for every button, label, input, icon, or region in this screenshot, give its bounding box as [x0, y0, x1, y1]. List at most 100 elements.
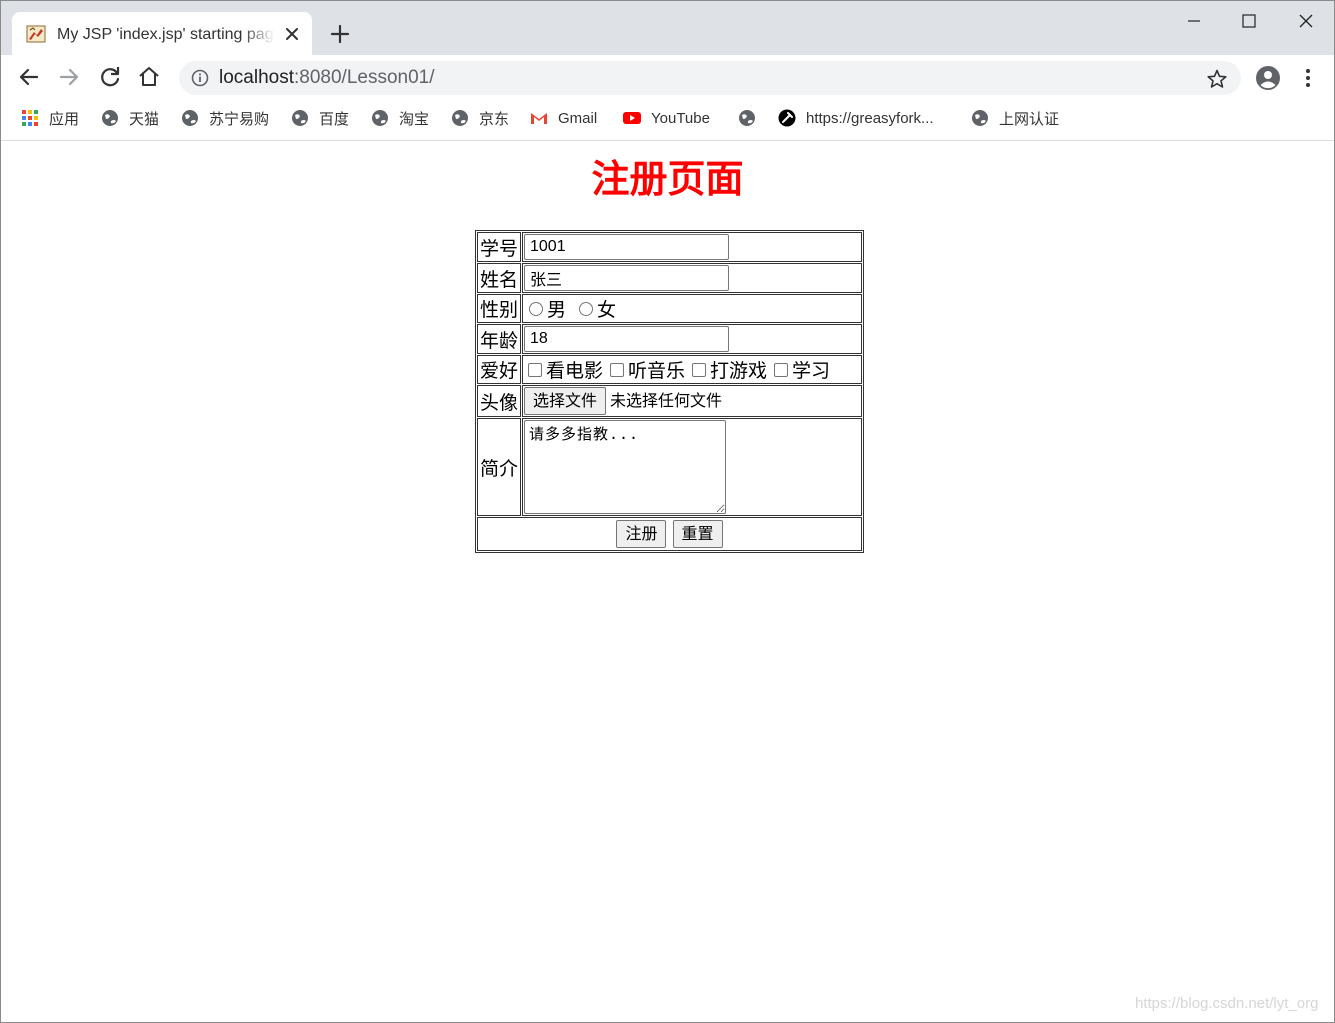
- tab-close-icon[interactable]: [282, 24, 302, 44]
- youtube-icon: [623, 112, 641, 124]
- label-name: 姓名: [477, 263, 521, 293]
- home-icon[interactable]: [135, 63, 163, 91]
- new-tab-plus-icon[interactable]: [327, 21, 353, 47]
- gmail-icon: [531, 113, 547, 124]
- student-id-input[interactable]: [524, 234, 729, 260]
- gender-male-label: 男: [547, 299, 567, 321]
- radio-male[interactable]: [529, 301, 543, 316]
- hobby-games-label: 打游戏: [710, 360, 768, 382]
- address-url: localhost:8080/Lesson01/: [219, 65, 435, 91]
- choose-file-button[interactable]: 选择文件: [524, 387, 607, 415]
- name-input[interactable]: [524, 265, 729, 291]
- account-avatar-icon[interactable]: [1255, 65, 1281, 91]
- maximize-icon[interactable]: [1232, 7, 1266, 35]
- back-arrow-icon[interactable]: [15, 63, 43, 91]
- bookmark-label: 应用: [49, 110, 80, 128]
- gender-option-female[interactable]: 女: [574, 295, 616, 322]
- greasyfork-icon: [778, 109, 796, 127]
- registration-form: 学号 姓名 性别 男女 年龄: [475, 230, 864, 553]
- bookmark-label: https://greasyfork...: [806, 109, 934, 127]
- submit-button[interactable]: 注册: [616, 520, 667, 548]
- row-name: 姓名: [477, 263, 862, 293]
- cell-name: [522, 263, 862, 293]
- row-avatar: 头像 选择文件 未选择任何文件: [477, 385, 862, 417]
- bookmark-greasyfork[interactable]: https://greasyfork...: [778, 107, 934, 129]
- radio-female[interactable]: [579, 301, 594, 316]
- intro-textarea[interactable]: 请多多指教...: [524, 420, 726, 514]
- row-actions: 注册 重置: [477, 517, 862, 551]
- minimize-icon[interactable]: [1177, 7, 1211, 35]
- label-hobbies: 爱好: [477, 355, 521, 384]
- tab-strip: My JSP 'index.jsp' starting page: [1, 1, 1334, 55]
- globe-icon: [452, 110, 468, 126]
- cell-gender: 男女: [522, 294, 862, 323]
- globe-icon: [372, 110, 388, 126]
- bookmark-jd[interactable]: 京东: [451, 107, 509, 129]
- bookmark-tmall[interactable]: 天猫: [101, 107, 159, 129]
- bookmark-youtube[interactable]: YouTube: [623, 107, 710, 129]
- hobby-option-study[interactable]: 学习: [769, 356, 830, 383]
- bookmark-label: 百度: [319, 110, 350, 128]
- bookmark-taobao[interactable]: 淘宝: [371, 107, 429, 129]
- address-bar[interactable]: localhost:8080/Lesson01/: [179, 61, 1241, 95]
- label-student-id: 学号: [477, 232, 521, 262]
- bookmark-login[interactable]: 上网认证: [971, 107, 1059, 129]
- url-path: :8080/Lesson01/: [294, 67, 435, 88]
- url-host: localhost: [219, 67, 294, 88]
- bookmark-label: 淘宝: [399, 110, 430, 128]
- hobby-movies-label: 看电影: [546, 360, 604, 382]
- reset-button[interactable]: 重置: [672, 520, 723, 548]
- hobby-study-label: 学习: [792, 360, 831, 382]
- row-age: 年龄: [477, 324, 862, 354]
- forward-arrow-icon[interactable]: [55, 63, 83, 91]
- globe-icon: [292, 110, 308, 126]
- label-avatar: 头像: [477, 385, 521, 417]
- bookmark-unnamed[interactable]: [738, 107, 766, 129]
- row-gender: 性别 男女: [477, 294, 862, 323]
- browser-toolbar: localhost:8080/Lesson01/: [1, 55, 1334, 99]
- bookmark-label: 苏宁易购: [209, 110, 270, 128]
- hobby-option-games[interactable]: 打游戏: [687, 356, 767, 383]
- checkbox-music[interactable]: [610, 362, 625, 377]
- label-age: 年龄: [477, 324, 521, 354]
- cell-hobbies: 看电影 听音乐 打游戏 学习: [522, 355, 862, 384]
- reload-icon[interactable]: [96, 63, 124, 91]
- bookmark-label: YouTube: [651, 109, 710, 127]
- window-close-icon[interactable]: [1289, 7, 1323, 35]
- hobby-option-movies[interactable]: 看电影: [523, 356, 603, 383]
- browser-tab[interactable]: My JSP 'index.jsp' starting page: [12, 12, 312, 55]
- bookmark-baidu[interactable]: 百度: [291, 107, 349, 129]
- bookmark-label: Gmail: [558, 109, 598, 127]
- menu-kebab-icon[interactable]: [1299, 67, 1317, 89]
- tomcat-favicon-icon: [26, 25, 46, 43]
- site-info-icon[interactable]: [191, 69, 209, 87]
- checkbox-games[interactable]: [692, 362, 707, 377]
- cell-age: [522, 324, 862, 354]
- cell-actions: 注册 重置: [477, 517, 862, 551]
- watermark: https://blog.csdn.net/lyt_org: [1135, 995, 1319, 1012]
- bookmark-apps[interactable]: 应用: [21, 107, 79, 129]
- hobby-music-label: 听音乐: [628, 360, 686, 382]
- bookmark-label: 天猫: [129, 110, 160, 128]
- row-student-id: 学号: [477, 232, 862, 262]
- globe-icon: [182, 110, 198, 126]
- row-intro: 简介 请多多指教...: [477, 418, 862, 516]
- row-hobbies: 爱好 看电影 听音乐 打游戏 学习: [477, 355, 862, 384]
- tab-title: My JSP 'index.jsp' starting page: [57, 26, 275, 43]
- cell-avatar: 选择文件 未选择任何文件: [522, 385, 862, 417]
- bookmark-label: 上网认证: [999, 110, 1060, 128]
- bookmark-star-icon[interactable]: [1206, 68, 1228, 90]
- cell-student-id: [522, 232, 862, 262]
- apps-grid-icon: [22, 110, 38, 126]
- age-input[interactable]: [524, 326, 729, 352]
- checkbox-movies[interactable]: [528, 362, 542, 377]
- gender-option-male[interactable]: 男: [524, 295, 566, 322]
- page-title: 注册页面: [591, 157, 744, 201]
- globe-icon: [102, 110, 118, 126]
- bookmark-suning[interactable]: 苏宁易购: [181, 107, 269, 129]
- checkbox-study[interactable]: [774, 362, 789, 377]
- bookmarks-bar: 应用 天猫 苏宁易购 百度 淘宝 京东 Gmail YouTube https:…: [1, 99, 1334, 141]
- hobby-option-music[interactable]: 听音乐: [605, 356, 685, 383]
- page-content: 注册页面 学号 姓名 性别 男女 年龄: [1, 141, 1334, 1022]
- bookmark-gmail[interactable]: Gmail: [530, 107, 597, 129]
